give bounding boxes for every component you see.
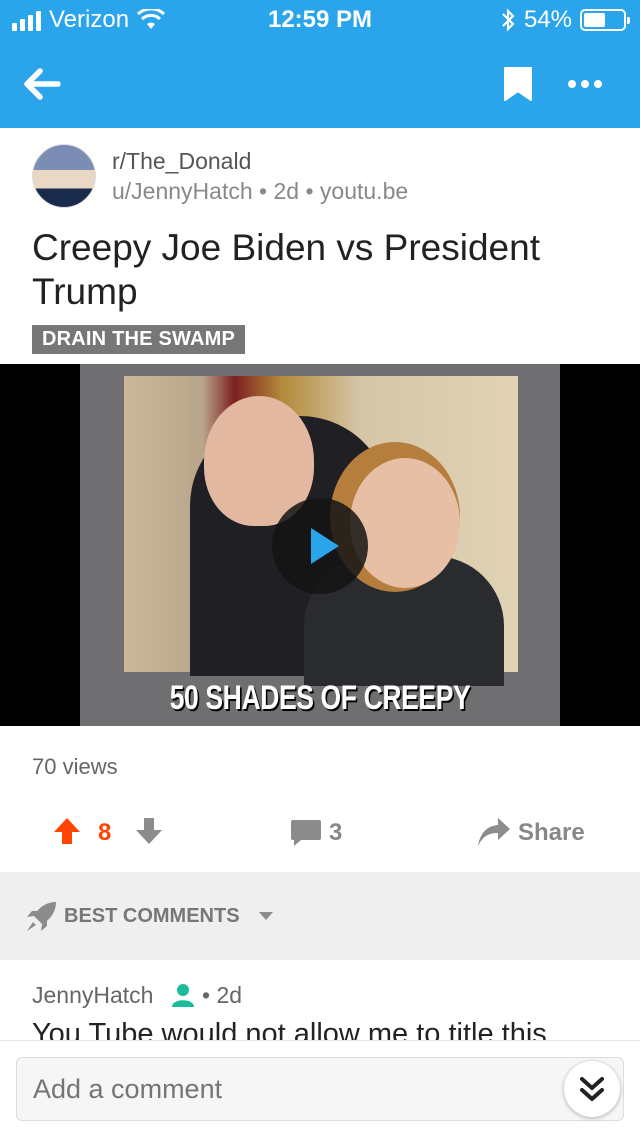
upvote-arrow-icon[interactable] <box>52 816 82 846</box>
bluetooth-icon <box>502 8 515 32</box>
meta-separator: • <box>305 178 314 204</box>
view-count: 70 views <box>32 754 118 779</box>
bookmark-icon[interactable] <box>503 66 533 102</box>
status-bar: Verizon 12:59 PM 54% <box>0 0 640 40</box>
comment-item[interactable]: JennyHatch • 2d You Tube would not allow… <box>0 960 640 1040</box>
post-age: 2d <box>273 178 300 204</box>
comment-count[interactable]: 3 <box>329 819 342 847</box>
downvote-arrow-icon[interactable] <box>134 816 164 846</box>
comment-age-value: 2d <box>216 982 243 1008</box>
play-icon[interactable] <box>272 498 368 594</box>
battery-percent: 54% <box>523 6 572 33</box>
subreddit-link[interactable]: r/The_Donald <box>112 148 251 175</box>
op-user-icon <box>172 984 194 1007</box>
double-chevron-down-icon <box>580 1077 604 1101</box>
comment-author[interactable]: JennyHatch <box>32 982 153 1009</box>
comment-body: You Tube would not allow me to title thi… <box>32 1018 547 1040</box>
flair-badge: DRAIN THE SWAMP <box>32 325 245 354</box>
subreddit-avatar[interactable] <box>32 144 96 208</box>
comment-input[interactable] <box>16 1057 624 1121</box>
comment-composer <box>0 1040 640 1136</box>
battery-icon <box>580 9 630 31</box>
post-header: r/The_Donald u/JennyHatch • 2d • youtu.b… <box>0 128 640 364</box>
post-domain[interactable]: youtu.be <box>320 178 408 204</box>
comment-age: • 2d <box>202 982 243 1008</box>
share-arrow-icon[interactable] <box>476 816 512 848</box>
comment-bubble-icon[interactable] <box>290 818 322 848</box>
video-player[interactable]: 50 SHADES OF CREEPY <box>0 364 640 726</box>
rocket-icon <box>27 902 56 931</box>
post-meta: u/JennyHatch • 2d • youtu.be <box>112 178 408 205</box>
more-options-icon[interactable] <box>560 70 610 98</box>
post-title[interactable]: Creepy Joe Biden vs President Trump <box>32 226 612 314</box>
video-caption: 50 SHADES OF CREEPY <box>169 679 471 717</box>
vote-score: 8 <box>98 819 112 846</box>
comment-sort-bar[interactable]: BEST COMMENTS <box>0 872 640 960</box>
share-button[interactable]: Share <box>518 819 585 847</box>
battery-fill <box>584 13 605 27</box>
jump-to-comments-button[interactable] <box>564 1061 620 1117</box>
meta-separator: • <box>259 178 268 204</box>
back-arrow-icon[interactable] <box>18 60 66 108</box>
sort-label[interactable]: BEST COMMENTS <box>64 905 240 928</box>
post-actions: 8 3 Share <box>0 808 640 858</box>
thumbnail-head-woman <box>350 458 460 588</box>
nav-bar <box>0 40 640 128</box>
chevron-down-icon[interactable] <box>258 910 274 922</box>
battery-group: 54% <box>500 6 630 34</box>
author-link[interactable]: u/JennyHatch <box>112 178 253 204</box>
